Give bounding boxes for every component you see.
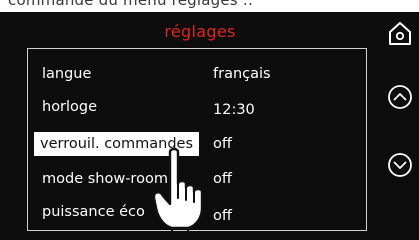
pointing-hand-icon — [152, 147, 204, 232]
cropped-caption: commande du menu réglages :: — [0, 0, 419, 12]
setting-value: off — [213, 171, 232, 187]
home-icon — [389, 22, 411, 45]
setting-value: off — [213, 208, 232, 224]
chevron-up-circle-icon — [388, 85, 412, 109]
settings-row-horloge[interactable]: horloge 12:30 — [28, 95, 366, 119]
screen-title: réglages — [164, 22, 236, 41]
scroll-down-button[interactable] — [387, 152, 413, 178]
setting-value: français — [213, 66, 271, 82]
setting-value: off — [213, 136, 232, 152]
chevron-down-circle-icon — [388, 153, 412, 177]
setting-value: 12:30 — [213, 102, 255, 118]
settings-screen: réglages langue français horloge 12:30 v… — [0, 12, 419, 240]
setting-label: langue — [42, 66, 92, 82]
home-button[interactable] — [387, 20, 413, 46]
settings-row-langue[interactable]: langue français — [28, 62, 366, 86]
setting-label: puissance éco — [42, 204, 145, 220]
setting-label: horloge — [42, 99, 98, 115]
scroll-up-button[interactable] — [387, 84, 413, 110]
cropped-caption-text: commande du menu réglages :: — [8, 0, 254, 9]
